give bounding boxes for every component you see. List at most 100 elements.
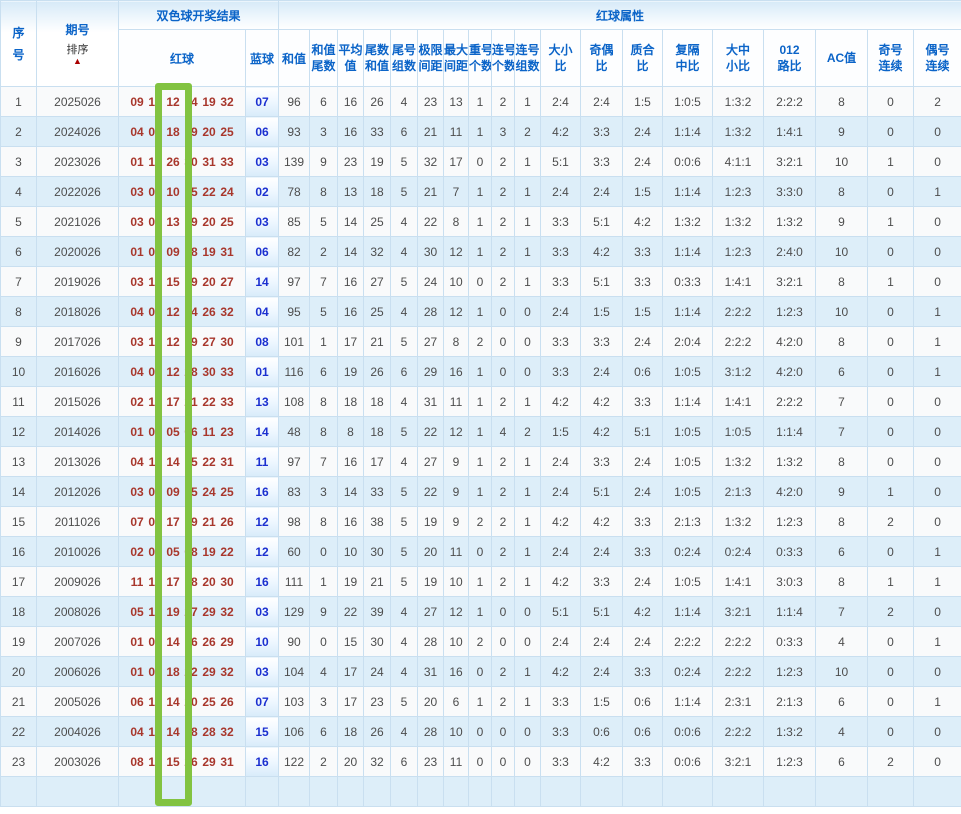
red-ball: 16 <box>184 634 198 649</box>
attr-cell-max-gap: 12 <box>443 596 470 627</box>
attr-cell-consecutive-groups: 1 <box>514 536 542 567</box>
attr-cell-max-gap: 11 <box>443 746 470 777</box>
red-ball: 15 <box>166 754 180 769</box>
seq-cell: 14 <box>0 476 37 507</box>
attr-cell-repeat-count: 1 <box>468 386 493 417</box>
attr-cell-tail-sum: 32 <box>363 746 392 777</box>
attr-cell-consecutive-groups: 1 <box>514 266 542 297</box>
attr-cell-consecutive-groups: 0 <box>514 326 542 357</box>
red-ball: 20 <box>202 574 216 589</box>
red-ball: 12 <box>166 364 180 379</box>
red-ball: 07 <box>148 124 162 139</box>
attr-cell-big-small-ratio: 2:4 <box>540 176 582 207</box>
red-ball: 14 <box>184 94 198 109</box>
attr-cell-consecutive-groups: 1 <box>514 206 542 237</box>
attr-cell-big-small-ratio: 4:2 <box>540 656 582 687</box>
attr-cell-big-mid-small-ratio: 2:2:2 <box>712 716 765 747</box>
attr-cell-sum: 93 <box>278 116 311 147</box>
partial-row-cell <box>244 776 280 807</box>
attr-cell-tail-groups: 5 <box>390 176 419 207</box>
attr-cell-limit-span: 28 <box>417 716 445 747</box>
results-tbody: 1 2025026 09 10 12 14 19 32 07 96 6 16 26 4 23 13 1 2 1 2:4… <box>0 86 961 807</box>
attr-cell-max-gap: 12 <box>443 236 470 267</box>
attr-cell-big-small-ratio: 2:4 <box>540 446 582 477</box>
attr-cell-ac-value: 10 <box>815 236 869 267</box>
red-ball: 09 <box>148 364 162 379</box>
attr-cell-tail-groups: 5 <box>390 566 419 597</box>
attr-cell-prime-composite-ratio: 1:5 <box>622 176 664 207</box>
period-cell: 2012026 <box>36 476 119 507</box>
red-ball: 21 <box>184 394 198 409</box>
blue-ball-cell: 16 <box>244 566 280 597</box>
partial-row-cell <box>540 776 582 807</box>
red-ball: 30 <box>184 154 198 169</box>
attr-cell-tail-groups: 4 <box>390 656 419 687</box>
attr-cell-tail-groups: 4 <box>390 86 419 117</box>
period-cell: 2004026 <box>36 716 119 747</box>
red-balls-cell: 11 15 17 18 20 30 <box>118 566 246 597</box>
column-header-even-consecutive: 偶号 连续 <box>913 29 961 87</box>
red-ball: 19 <box>184 124 198 139</box>
attr-cell-big-mid-small-ratio: 1:4:1 <box>712 566 765 597</box>
attr-cell-consecutive-groups: 1 <box>514 236 542 267</box>
attr-cell-consecutive-groups: 1 <box>514 506 542 537</box>
attr-cell-even-consecutive: 0 <box>913 596 961 627</box>
attr-cell-average: 16 <box>337 266 365 297</box>
attr-cell-repeat-skip-mid-ratio: 0:0:6 <box>662 746 714 777</box>
attr-cell-sum-tail: 8 <box>309 386 339 417</box>
blue-ball-cell: 16 <box>244 476 280 507</box>
sort-control[interactable]: 排序 ▲ <box>38 44 118 66</box>
red-ball: 20 <box>184 694 198 709</box>
result-row: 12 2014026 01 02 05 06 11 23 14 48 8 8 18 5 22 12 1 4 2 1:5… <box>0 416 961 447</box>
attr-cell-consecutive-count: 2 <box>491 386 516 417</box>
period-cell: 2016026 <box>36 356 119 387</box>
red-ball: 12 <box>148 694 162 709</box>
red-ball: 13 <box>166 214 180 229</box>
attr-cell-consecutive-count: 2 <box>491 236 516 267</box>
period-cell: 2005026 <box>36 686 119 717</box>
attr-cell-road-012-ratio: 2:4:0 <box>763 236 817 267</box>
attr-cell-road-012-ratio: 1:3:2 <box>763 446 817 477</box>
seq-cell: 5 <box>0 206 37 237</box>
attr-cell-even-consecutive: 1 <box>913 566 961 597</box>
column-header-consecutive-count: 连号 个数 <box>491 29 516 87</box>
column-header-consecutive-groups: 连号 组数 <box>514 29 542 87</box>
partial-row-cell <box>36 776 119 807</box>
attr-cell-tail-sum: 19 <box>363 146 392 177</box>
attr-cell-consecutive-groups: 0 <box>514 626 542 657</box>
result-row: 4 2022026 03 04 10 15 22 24 02 78 8 13 18 5 21 7 1 2 1 2:4 2… <box>0 176 961 207</box>
attr-cell-ac-value: 4 <box>815 716 869 747</box>
blue-ball-cell: 10 <box>244 626 280 657</box>
attr-cell-prime-composite-ratio: 0:6 <box>622 356 664 387</box>
red-ball: 31 <box>202 154 216 169</box>
attr-cell-repeat-skip-mid-ratio: 1:0:5 <box>662 416 714 447</box>
attr-cell-sum-tail: 8 <box>309 176 339 207</box>
partial-row-cell <box>468 776 493 807</box>
attr-cell-tail-groups: 5 <box>390 686 419 717</box>
red-balls-cell: 01 04 09 18 19 31 <box>118 236 246 267</box>
attr-cell-limit-span: 20 <box>417 686 445 717</box>
attr-cell-sum-tail: 2 <box>309 746 339 777</box>
attr-cell-ac-value: 8 <box>815 266 869 297</box>
red-ball: 10 <box>166 184 180 199</box>
attr-cell-prime-composite-ratio: 0:6 <box>622 686 664 717</box>
period-header-label: 期号 <box>65 23 90 37</box>
attr-cell-consecutive-groups: 2 <box>514 416 542 447</box>
attr-cell-tail-sum: 23 <box>363 686 392 717</box>
attr-cell-prime-composite-ratio: 2:4 <box>622 566 664 597</box>
attr-cell-max-gap: 6 <box>443 686 470 717</box>
red-ball: 14 <box>166 454 180 469</box>
attr-cell-sum: 90 <box>278 626 311 657</box>
attr-cell-repeat-count: 0 <box>468 746 493 777</box>
seq-cell: 10 <box>0 356 37 387</box>
attr-cell-max-gap: 9 <box>443 446 470 477</box>
attr-cell-repeat-skip-mid-ratio: 0:2:4 <box>662 536 714 567</box>
attr-cell-ac-value: 8 <box>815 326 869 357</box>
red-ball: 17 <box>166 514 180 529</box>
result-row: 9 2017026 03 10 12 19 27 30 08 101 1 17 21 5 27 8 2 0 0 3:3… <box>0 326 961 357</box>
attr-cell-odd-even-ratio: 1:5 <box>580 296 624 327</box>
attr-cell-tail-groups: 4 <box>390 386 419 417</box>
attr-cell-sum-tail: 9 <box>309 596 339 627</box>
column-header-sum-tail: 和值 尾数 <box>309 29 339 87</box>
attr-cell-sum-tail: 5 <box>309 296 339 327</box>
